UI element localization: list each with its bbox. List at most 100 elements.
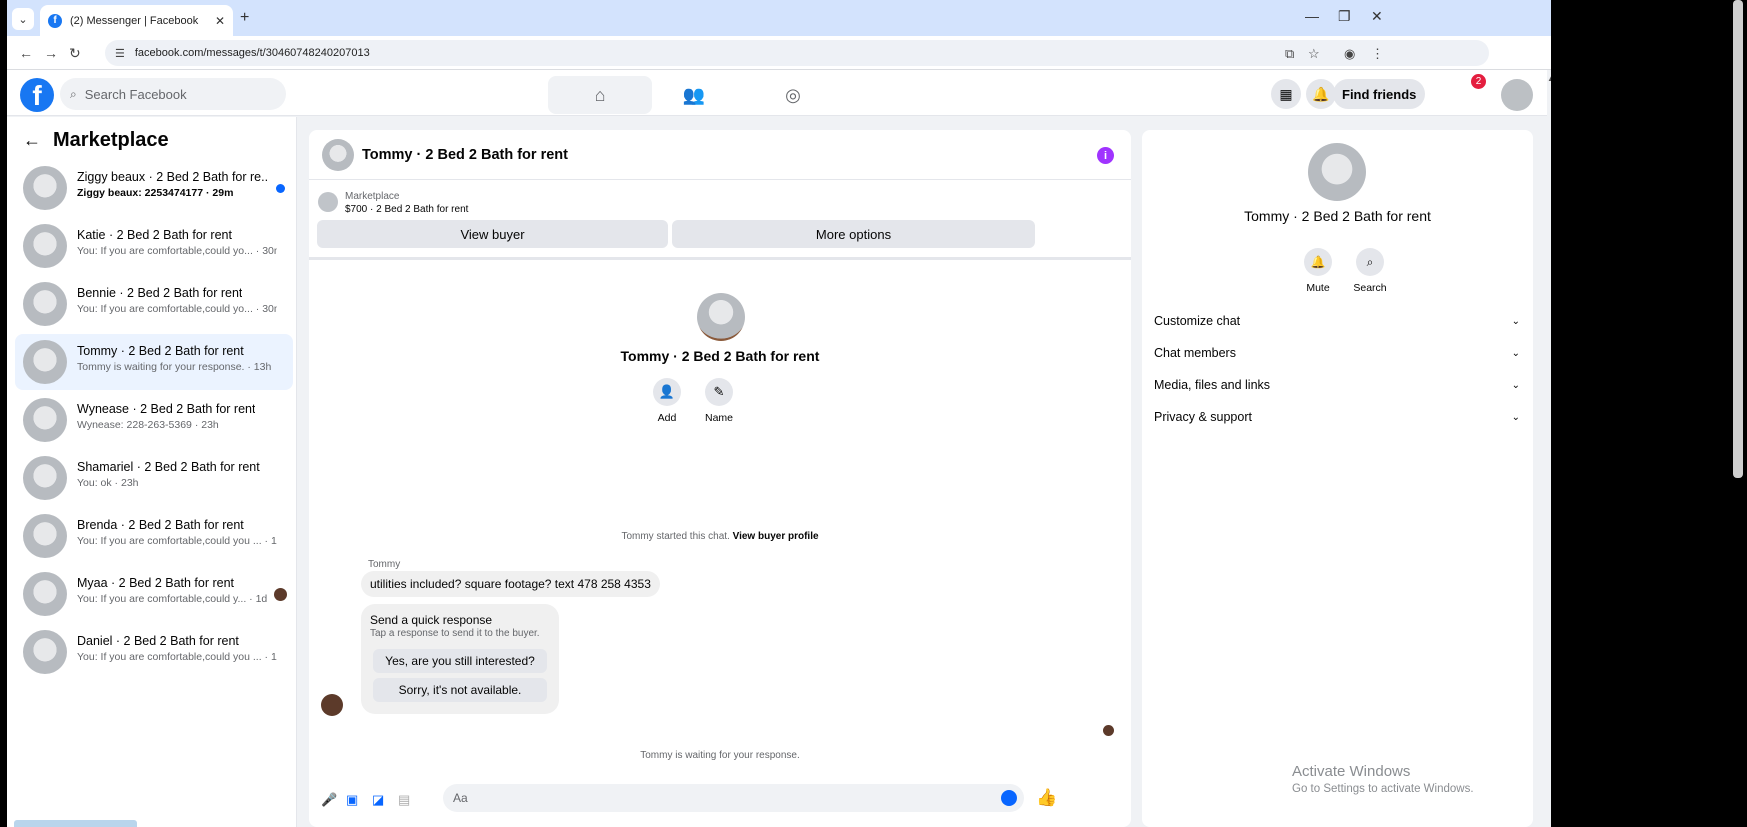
browser-menu-icon[interactable]: ⋮ xyxy=(1371,46,1384,62)
page-scrollbar-thumb[interactable] xyxy=(1733,0,1743,478)
forward-icon[interactable]: → xyxy=(44,45,58,61)
section-label: Privacy & support xyxy=(1154,410,1252,424)
back-icon[interactable]: ← xyxy=(19,45,33,61)
conversation-item[interactable]: Tommy · 2 Bed 2 Bath for rent Tommy is wa… xyxy=(15,334,293,390)
new-tab-icon[interactable]: + xyxy=(240,9,249,27)
facebook-search-input[interactable]: ⌕ Search Facebook xyxy=(60,78,286,110)
conversation-avatar xyxy=(23,514,67,558)
quick-response-subtitle: Tap a response to send it to the buyer. xyxy=(370,628,540,639)
tab-search-button[interactable]: ⌄ xyxy=(12,8,34,30)
emoji-icon[interactable] xyxy=(1001,790,1017,806)
chat-profile-avatar[interactable] xyxy=(697,293,745,341)
notifications-bell-icon[interactable]: 🔔 xyxy=(1306,79,1336,109)
conversation-item[interactable]: Brenda · 2 Bed 2 Bath for rent You: If yo… xyxy=(15,508,293,564)
gif-icon[interactable]: ▤ xyxy=(398,792,410,808)
address-bar: ← → ↻ ☰ facebook.com/messages/t/30460748… xyxy=(7,36,1551,70)
account-avatar[interactable] xyxy=(1501,79,1533,111)
taskbar-fragment xyxy=(14,820,137,827)
restore-icon[interactable]: ❐ xyxy=(1338,8,1351,25)
section-privacy-support[interactable]: Privacy & support ⌄ xyxy=(1154,404,1520,430)
sender-avatar[interactable] xyxy=(321,694,343,716)
incoming-message-bubble[interactable]: utilities included? square footage? text… xyxy=(361,571,660,597)
more-options-button[interactable]: More options xyxy=(672,220,1035,248)
mute-action[interactable]: 🔔 Mute xyxy=(1293,248,1343,294)
conversation-name: Katie · 2 Bed 2 Bath for rent xyxy=(77,228,232,242)
back-arrow-icon[interactable]: ← xyxy=(23,130,41,151)
edit-name-action[interactable]: ✎ Name xyxy=(689,378,749,424)
conversation-item[interactable]: Katie · 2 Bed 2 Bath for rent You: If you… xyxy=(15,218,293,274)
menu-grid-icon[interactable]: ▦ xyxy=(1271,79,1301,109)
conversation-item[interactable]: Ziggy beaux · 2 Bed 2 Bath for re... Zigg… xyxy=(15,160,293,216)
conversation-avatar xyxy=(23,166,67,210)
chevron-down-icon: ⌄ xyxy=(1511,379,1520,391)
conversation-preview: Tommy is waiting for your response. · 13… xyxy=(77,361,272,373)
conversation-item[interactable]: Myaa · 2 Bed 2 Bath for rent You: If you … xyxy=(15,566,293,622)
conversation-preview: You: If you are comfortable,could yo... … xyxy=(77,303,277,315)
section-chat-members[interactable]: Chat members ⌄ xyxy=(1154,340,1520,366)
message-input[interactable]: Aa xyxy=(443,784,1024,812)
notification-count-badge: 2 xyxy=(1471,74,1486,89)
browser-tab-messenger[interactable]: f (2) Messenger | Facebook ✕ xyxy=(40,5,233,36)
conversation-item[interactable]: Wynease · 2 Bed 2 Bath for rent Wynease: … xyxy=(15,392,293,448)
chat-title[interactable]: Tommy · 2 Bed 2 Bath for rent xyxy=(362,147,568,163)
microphone-icon[interactable]: 🎤 xyxy=(321,792,337,808)
details-avatar[interactable] xyxy=(1308,143,1366,201)
seen-receipt-avatar xyxy=(1103,725,1114,736)
close-window-icon[interactable]: ✕ xyxy=(1371,8,1383,25)
listing-thumbnail[interactable] xyxy=(318,192,338,212)
chevron-down-icon: ⌄ xyxy=(1511,347,1520,359)
profile-icon[interactable]: ◉ xyxy=(1344,46,1355,62)
find-friends-button[interactable]: Find friends xyxy=(1333,79,1426,109)
facebook-logo-icon[interactable]: f xyxy=(20,78,54,112)
quick-response-card: Send a quick response Tap a response to … xyxy=(361,604,559,714)
close-tab-icon[interactable]: ✕ xyxy=(215,14,225,28)
listing-price[interactable]: $700 · 2 Bed 2 Bath for rent xyxy=(345,204,468,215)
conversation-name: Myaa · 2 Bed 2 Bath for rent xyxy=(77,576,235,590)
quick-reply-interested-button[interactable]: Yes, are you still interested? xyxy=(373,649,547,673)
chat-header-avatar[interactable] xyxy=(322,139,354,171)
groups-nav-icon[interactable]: ◎ xyxy=(741,76,845,114)
conversation-name: Ziggy beaux · 2 Bed 2 Bath for re... xyxy=(77,170,267,184)
info-icon[interactable]: i xyxy=(1097,147,1114,164)
conversation-item[interactable]: Shamariel · 2 Bed 2 Bath for rent You: ok… xyxy=(15,450,293,506)
bell-icon: 🔔 xyxy=(1304,248,1332,276)
section-label: Chat members xyxy=(1154,346,1236,360)
add-label: Add xyxy=(657,412,677,424)
url-field[interactable]: ☰ facebook.com/messages/t/30460748240207… xyxy=(105,40,1489,66)
conversation-name: Bennie · 2 Bed 2 Bath for rent xyxy=(77,286,243,300)
conversation-name: Wynease · 2 Bed 2 Bath for rent xyxy=(77,402,256,416)
browser-window: ⌄ f (2) Messenger | Facebook ✕ + — ❐ ✕ ←… xyxy=(7,0,1551,827)
conversation-item[interactable]: Bennie · 2 Bed 2 Bath for rent You: If yo… xyxy=(15,276,293,332)
activate-subtitle: Go to Settings to activate Windows. xyxy=(1292,783,1474,795)
search-chat-action[interactable]: ⌕ Search xyxy=(1345,248,1395,294)
search-icon: ⌕ xyxy=(70,86,77,101)
conversation-preview: Ziggy beaux: 2253474177 · 29m xyxy=(77,187,234,199)
unread-dot xyxy=(276,184,285,193)
install-app-icon[interactable]: ⧉ xyxy=(1285,46,1294,62)
section-media-files-links[interactable]: Media, files and links ⌄ xyxy=(1154,372,1520,398)
sticker-icon[interactable]: ◪ xyxy=(372,792,384,808)
site-info-icon[interactable]: ☰ xyxy=(115,47,125,60)
home-nav-icon[interactable]: ⌂ xyxy=(548,76,652,114)
chevron-down-icon: ⌄ xyxy=(1511,411,1520,423)
seen-avatar xyxy=(274,588,287,601)
add-person-action[interactable]: 👤 Add xyxy=(637,378,697,424)
quick-reply-not-available-button[interactable]: Sorry, it's not available. xyxy=(373,678,547,702)
chat-details-panel: Tommy · 2 Bed 2 Bath for rent 🔔 Mute ⌕ S… xyxy=(1142,130,1533,827)
minimize-icon[interactable]: — xyxy=(1305,8,1319,24)
message-sender-name: Tommy xyxy=(368,559,401,570)
friends-nav-icon[interactable]: 👥 xyxy=(642,76,746,114)
photo-icon[interactable]: ▣ xyxy=(346,792,358,808)
view-buyer-button[interactable]: View buyer xyxy=(317,220,668,248)
tab-title: (2) Messenger | Facebook xyxy=(70,14,199,27)
section-customize-chat[interactable]: Customize chat ⌄ xyxy=(1154,308,1520,334)
chat-started-notice: Tommy started this chat. View buyer prof… xyxy=(309,531,1131,542)
marketplace-listing-bar: Marketplace $700 · 2 Bed 2 Bath for rent… xyxy=(309,180,1131,260)
reload-icon[interactable]: ↻ xyxy=(69,45,81,62)
conversation-item[interactable]: Daniel · 2 Bed 2 Bath for rent You: If yo… xyxy=(15,624,293,680)
view-buyer-profile-link[interactable]: View buyer profile xyxy=(733,531,819,542)
thumbs-up-icon[interactable]: 👍 xyxy=(1036,788,1057,808)
bookmark-star-icon[interactable]: ☆ xyxy=(1308,46,1320,62)
scroll-up-arrow-icon[interactable]: ▲ xyxy=(1547,74,1551,83)
conversation-avatar xyxy=(23,630,67,674)
